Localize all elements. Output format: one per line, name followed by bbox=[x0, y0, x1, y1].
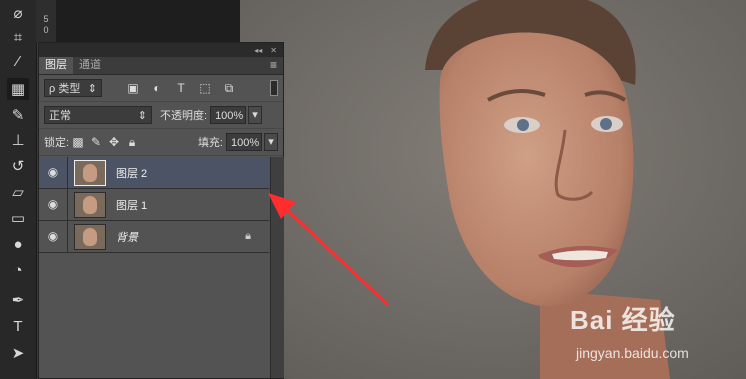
watermark-url: jingyan.baidu.com bbox=[576, 345, 689, 361]
watermark-brand: Bai 经验 bbox=[570, 305, 676, 335]
baidu-jingyan-watermark: Bai 经验 jingyan.baidu.com bbox=[568, 300, 728, 375]
